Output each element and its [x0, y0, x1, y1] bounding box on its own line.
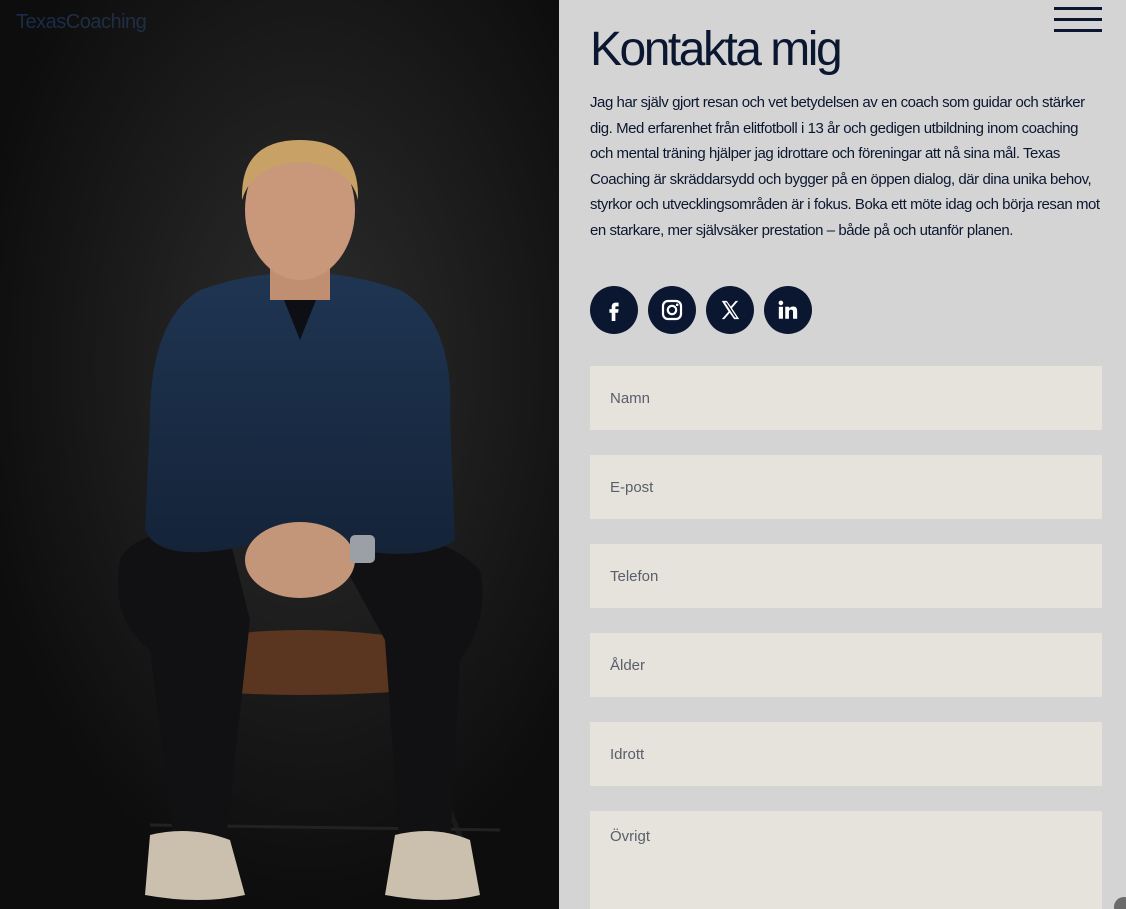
email-field[interactable] [590, 455, 1102, 519]
brand-logo[interactable]: TexasCoaching [16, 11, 147, 34]
brand-logo-second-word: Coaching [65, 11, 147, 33]
sport-field[interactable] [590, 722, 1102, 786]
facebook-button[interactable] [590, 286, 638, 334]
instagram-icon [661, 299, 683, 321]
coach-photo: TexasCoaching [0, 0, 559, 909]
linkedin-icon [778, 300, 798, 319]
x-twitter-button[interactable] [706, 286, 754, 334]
other-textarea[interactable] [590, 811, 1102, 909]
hamburger-menu-icon[interactable] [1053, 5, 1103, 35]
brand-logo-first-word: Texas [16, 11, 66, 33]
social-links [590, 286, 812, 334]
scroll-indicator[interactable] [1114, 897, 1126, 909]
linkedin-button[interactable] [764, 286, 812, 334]
x-twitter-icon [721, 300, 740, 320]
facebook-icon [609, 302, 619, 321]
phone-field[interactable] [590, 544, 1102, 608]
page-title: Kontakta mig [590, 23, 843, 76]
name-field[interactable] [590, 366, 1102, 430]
contact-panel: Kontakta mig Jag har själv gjort resan o… [559, 0, 1126, 909]
instagram-button[interactable] [648, 286, 696, 334]
age-field[interactable] [590, 633, 1102, 697]
intro-text: Jag har själv gjort resan och vet betyde… [590, 94, 1100, 239]
coach-portrait-illustration [0, 0, 559, 909]
